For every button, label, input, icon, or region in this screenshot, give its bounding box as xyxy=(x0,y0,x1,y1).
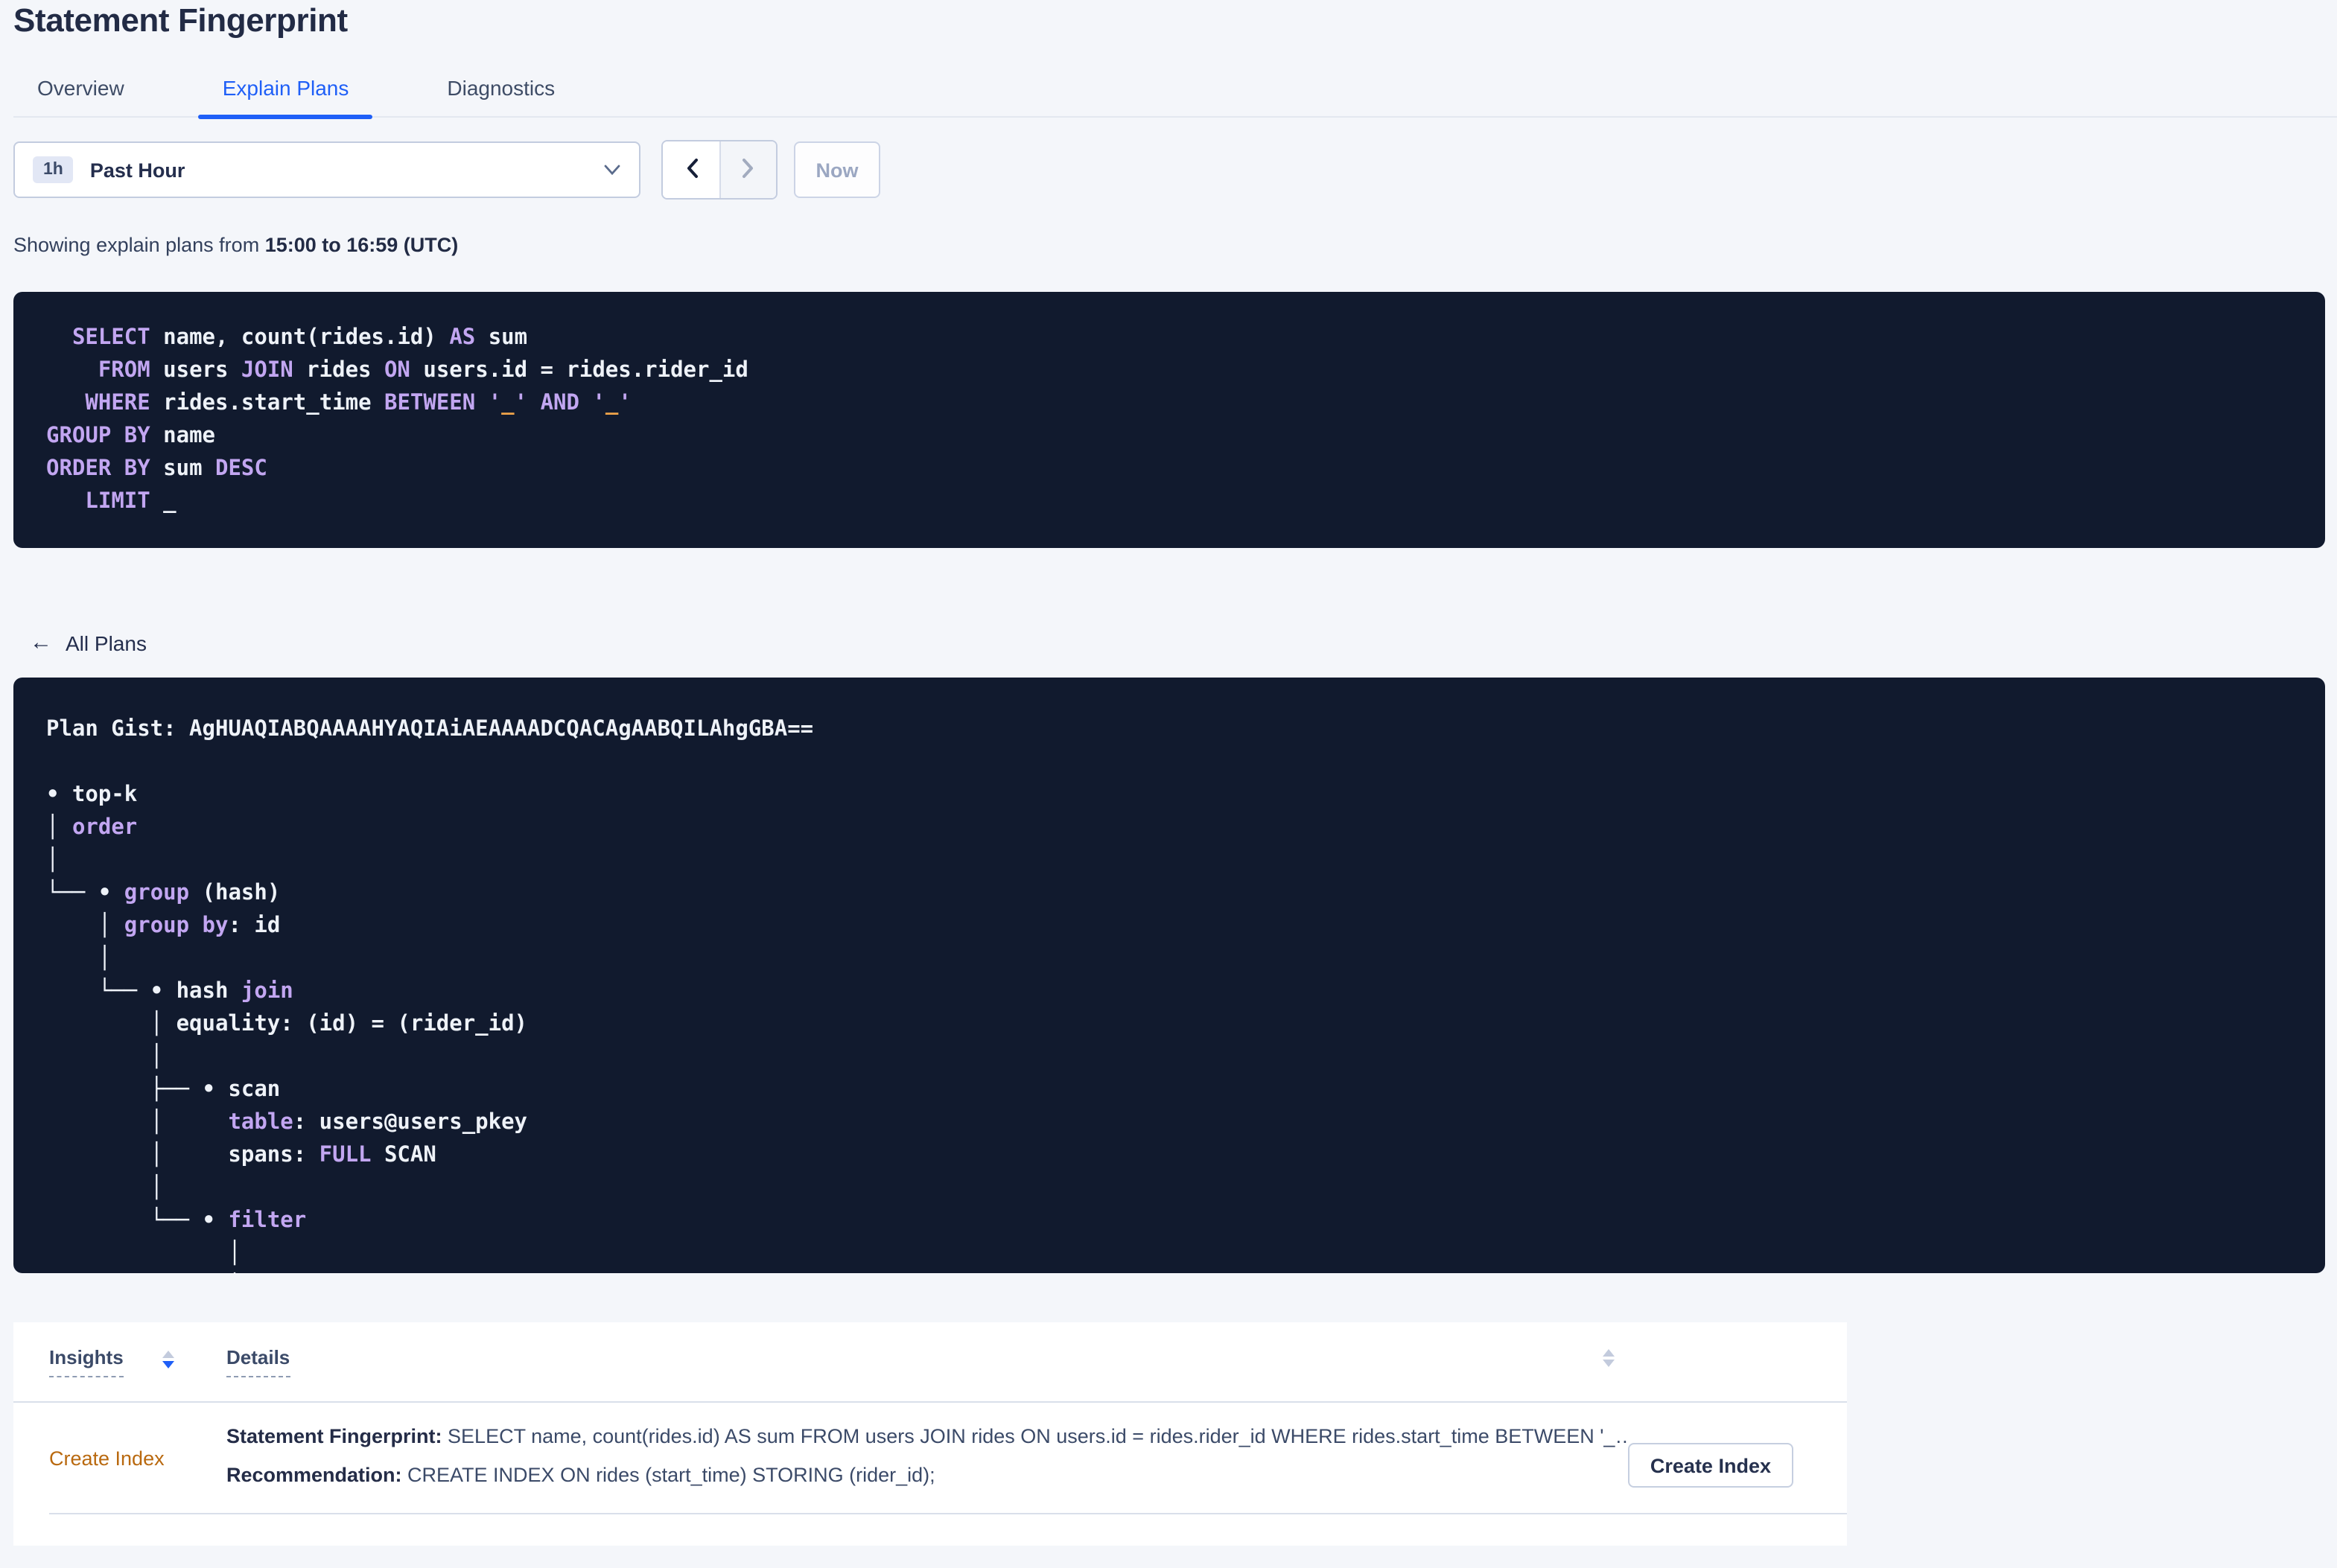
showing-range: 15:00 to 16:59 (UTC) xyxy=(264,234,459,256)
tabs: Overview Explain Plans Diagnostics xyxy=(13,60,2337,119)
details-cell: Statement Fingerprint: SELECT name, coun… xyxy=(226,1403,1627,1513)
insight-cell: Create Index xyxy=(49,1403,226,1513)
next-interval-button[interactable] xyxy=(719,141,776,198)
interval-label: Past Hour xyxy=(89,159,185,181)
chevron-left-icon xyxy=(683,156,699,184)
time-interval-select[interactable]: 1h Past Hour xyxy=(13,141,640,198)
tab-overview[interactable]: Overview xyxy=(13,60,148,116)
tab-explain-plans[interactable]: Explain Plans xyxy=(198,60,373,119)
tab-explain-plans-label: Explain Plans xyxy=(222,76,349,100)
chevron-down-icon xyxy=(603,156,621,183)
column-header-insights[interactable]: Insights xyxy=(49,1346,226,1377)
all-plans-label: All Plans xyxy=(66,631,147,654)
recommendation-label: Recommendation: xyxy=(226,1464,402,1486)
recommendation-text: CREATE INDEX ON rides (start_time) STORI… xyxy=(401,1464,935,1486)
insights-table-card: Insights Details Create Index Statement … xyxy=(13,1322,1847,1546)
showing-prefix: Showing explain plans from xyxy=(13,234,265,256)
now-button[interactable]: Now xyxy=(794,141,880,198)
prev-interval-button[interactable] xyxy=(663,141,719,198)
page-title: Statement Fingerprint xyxy=(13,1,348,39)
tab-overview-label: Overview xyxy=(37,76,124,100)
statement-fingerprint-line: Statement Fingerprint: SELECT name, coun… xyxy=(226,1422,1627,1452)
recommendation-line: Recommendation: CREATE INDEX ON rides (s… xyxy=(226,1461,1627,1491)
column-header-details[interactable]: Details xyxy=(226,1346,290,1377)
insights-table-header: Insights Details xyxy=(13,1322,1847,1403)
all-plans-back-link[interactable]: ← All Plans xyxy=(30,630,147,655)
sql-statement-box: SELECT name, count(rides.id) AS sum FROM… xyxy=(13,292,2325,548)
tab-diagnostics-label: Diagnostics xyxy=(447,76,556,100)
plan-gist-box: Plan Gist: AgHUAQIABQAAAAHYAQIAiAEAAAADC… xyxy=(13,678,2325,1273)
table-row: Create Index Statement Fingerprint: SELE… xyxy=(49,1403,1847,1514)
sort-icon-details xyxy=(1603,1349,1615,1367)
insights-column-label: Insights xyxy=(49,1346,124,1377)
interval-badge: 1h xyxy=(33,156,74,183)
tab-diagnostics[interactable]: Diagnostics xyxy=(423,60,579,116)
details-column-label: Details xyxy=(226,1346,290,1377)
chevron-right-icon xyxy=(740,156,757,184)
back-arrow-icon: ← xyxy=(30,630,52,655)
time-selector-row: 1h Past Hour Now xyxy=(13,140,880,200)
sort-icon-insights xyxy=(162,1350,174,1368)
create-index-link[interactable]: Create Index xyxy=(49,1447,165,1469)
time-pager xyxy=(661,140,778,200)
statement-fingerprint-page: Statement Fingerprint Overview Explain P… xyxy=(0,0,2337,1568)
create-index-button[interactable]: Create Index xyxy=(1627,1443,1793,1488)
showing-range-text: Showing explain plans from 15:00 to 16:5… xyxy=(13,234,458,256)
fingerprint-text: SELECT name, count(rides.id) AS sum FROM… xyxy=(442,1425,1627,1447)
fingerprint-label: Statement Fingerprint: xyxy=(226,1425,442,1447)
